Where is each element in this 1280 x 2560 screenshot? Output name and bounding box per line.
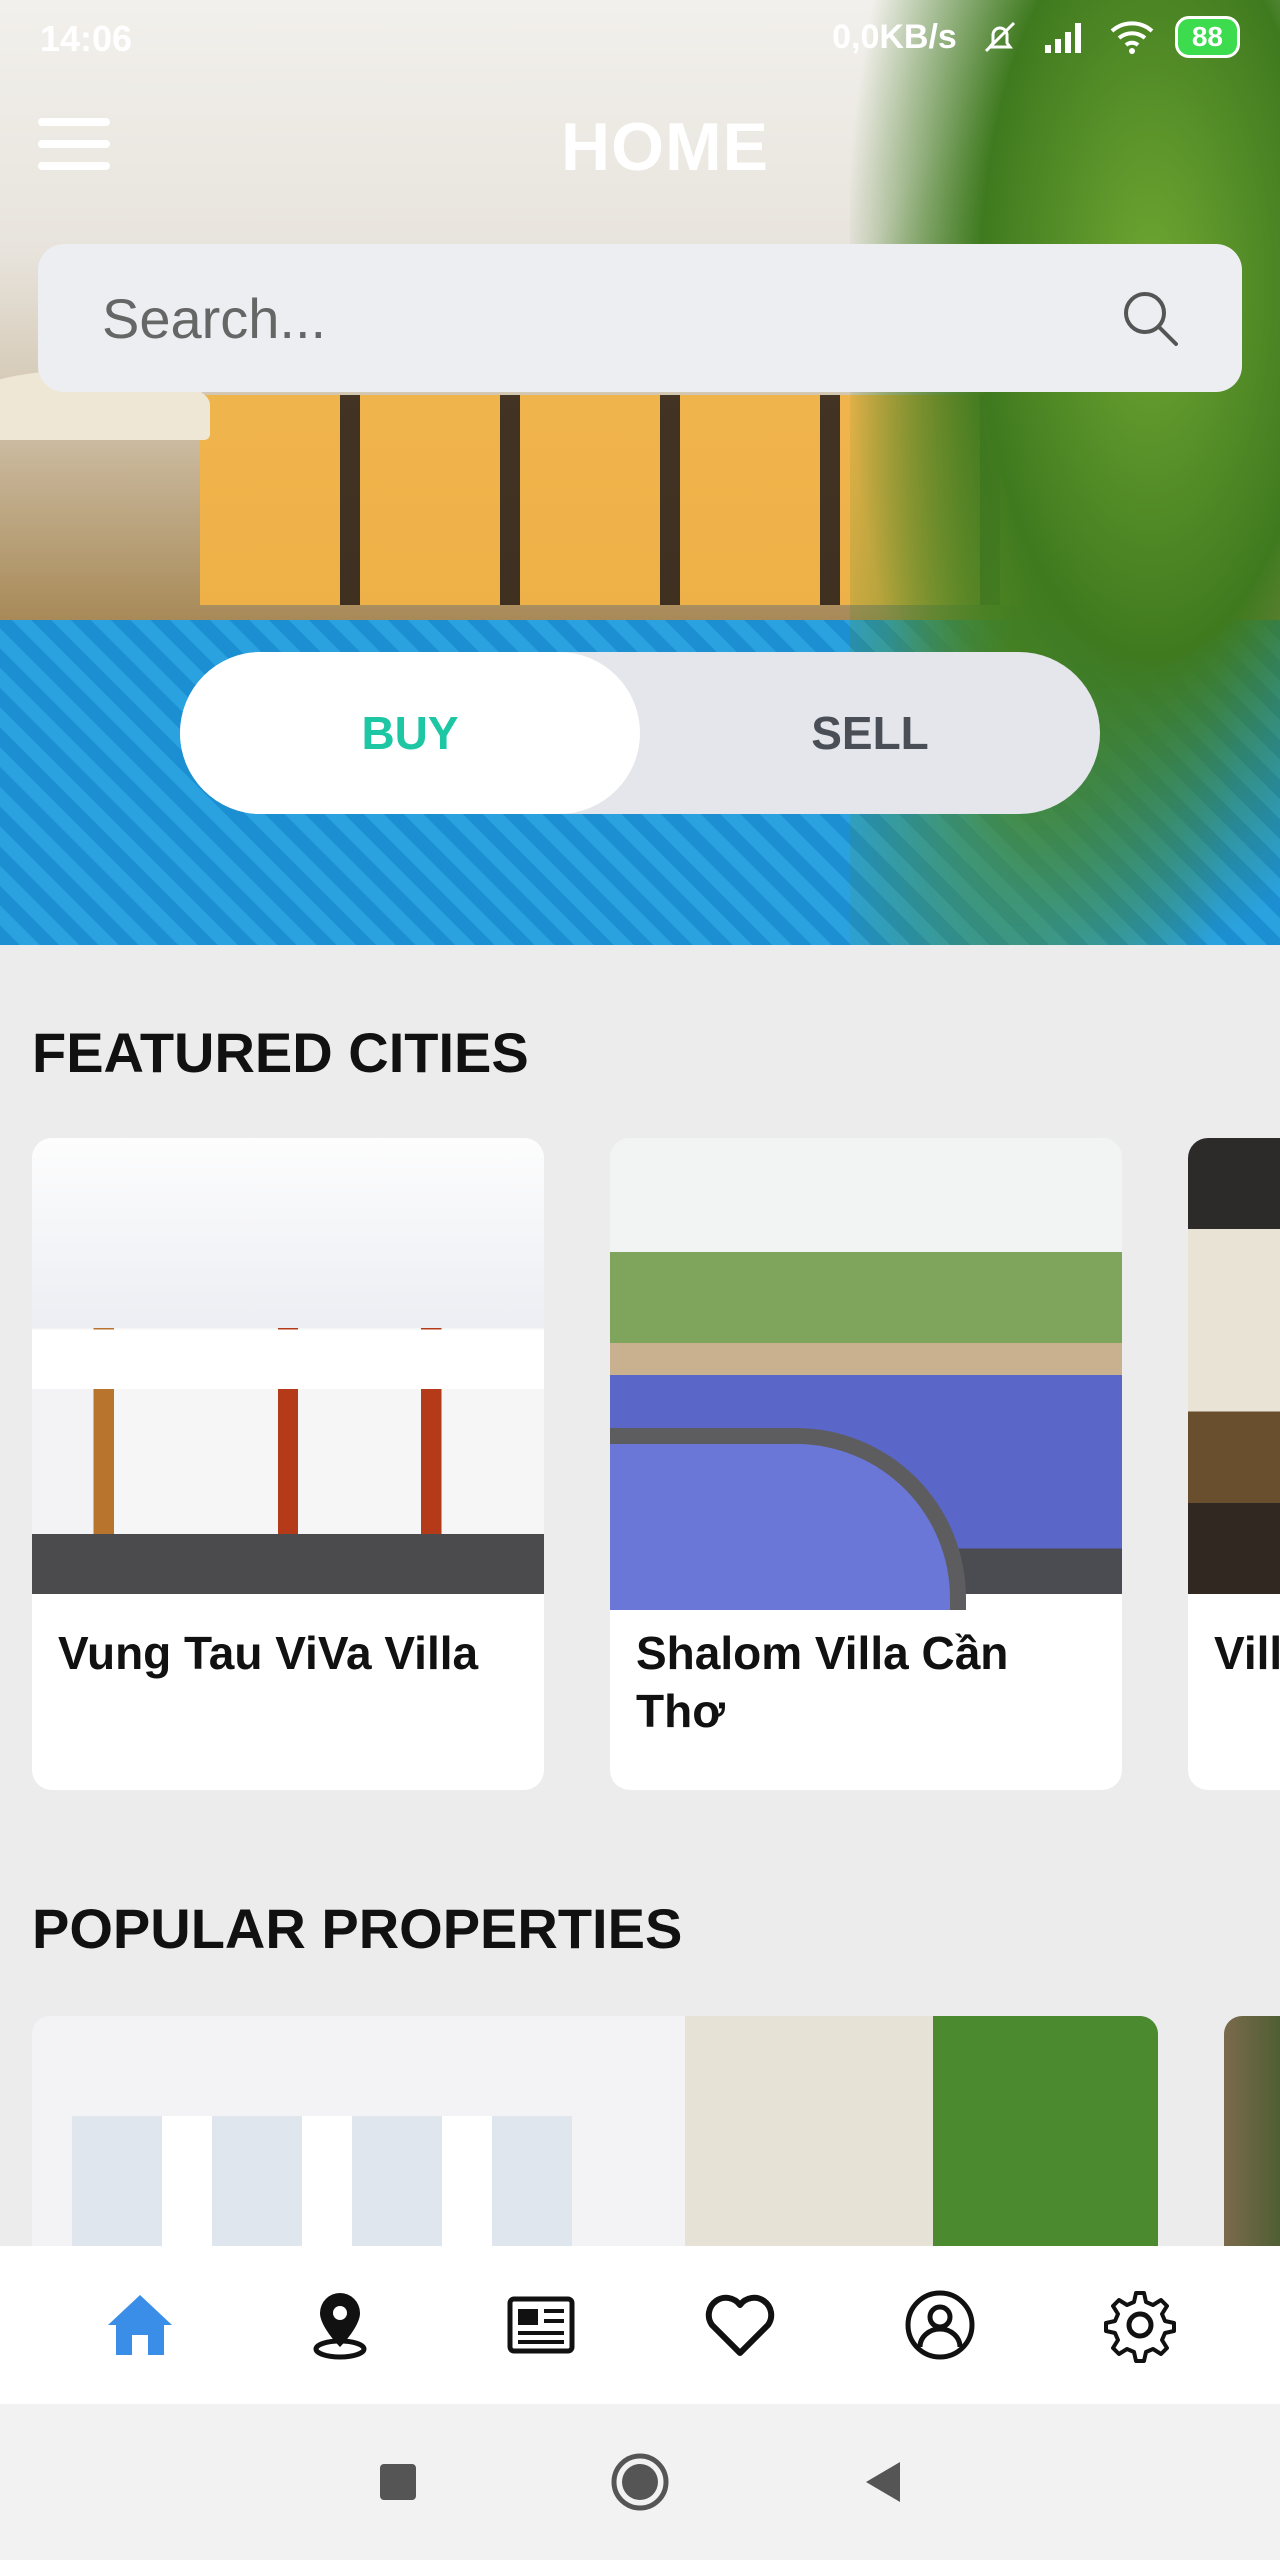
featured-cities-list[interactable]: Vung Tau ViVa Villa Shalom Villa Cần Thơ… xyxy=(32,1138,1280,1792)
nav-favorites[interactable] xyxy=(700,2285,780,2365)
system-navigation-bar xyxy=(0,2404,1280,2560)
nav-settings[interactable] xyxy=(1100,2285,1180,2365)
city-name: Vill xyxy=(1214,1627,1280,1679)
nav-profile[interactable] xyxy=(900,2285,980,2365)
city-card[interactable]: Vill xyxy=(1188,1138,1280,1790)
cellular-signal-icon xyxy=(1044,23,1081,53)
buy-sell-toggle[interactable]: BUY SELL xyxy=(180,652,1100,814)
property-card[interactable] xyxy=(1224,2016,1280,2246)
city-name: Shalom Villa Cần Thơ xyxy=(636,1627,1009,1737)
search-input[interactable] xyxy=(102,285,1118,351)
city-image xyxy=(1188,1138,1280,1594)
gear-icon xyxy=(1104,2291,1176,2363)
property-card[interactable] xyxy=(32,2016,1158,2246)
map-pin-icon xyxy=(313,2293,367,2360)
wifi-icon xyxy=(1110,21,1154,54)
search-bar[interactable] xyxy=(38,244,1242,392)
featured-cities-title: FEATURED CITIES xyxy=(32,1021,529,1084)
buy-option[interactable]: BUY xyxy=(180,652,640,814)
status-indicators: 0,0KB/s 88 xyxy=(832,16,1240,58)
popular-properties-list[interactable] xyxy=(32,2016,1280,2246)
nav-news[interactable] xyxy=(500,2285,580,2365)
back-icon[interactable] xyxy=(860,2458,904,2506)
nav-home[interactable] xyxy=(100,2285,180,2365)
home-circle-icon[interactable] xyxy=(610,2452,670,2512)
home-icon xyxy=(108,2295,172,2355)
city-card[interactable]: Vung Tau ViVa Villa xyxy=(32,1138,544,1790)
battery-indicator: 88 xyxy=(1174,16,1240,58)
city-card[interactable]: Shalom Villa Cần Thơ xyxy=(610,1138,1122,1790)
page-title: HOME xyxy=(561,109,769,185)
status-bar: 14:06 0,0KB/s 88 xyxy=(0,0,1280,80)
nav-map[interactable] xyxy=(300,2285,380,2365)
heart-icon xyxy=(705,2294,775,2356)
news-icon xyxy=(507,2296,575,2354)
city-name: Vung Tau ViVa Villa xyxy=(58,1627,479,1679)
profile-icon xyxy=(905,2290,975,2360)
search-icon[interactable] xyxy=(1118,286,1182,350)
sell-option[interactable]: SELL xyxy=(640,652,1100,814)
recent-apps-icon[interactable] xyxy=(376,2460,420,2504)
mute-bell-icon xyxy=(984,21,1015,53)
popular-properties-title: POPULAR PROPERTIES xyxy=(32,1897,683,1960)
status-time: 14:06 xyxy=(40,18,133,59)
app-screen: 14:06 0,0KB/s 88 HOME Search... BUY SELL… xyxy=(0,0,1280,2560)
network-speed: 0,0KB/s xyxy=(832,17,957,56)
city-image xyxy=(32,1138,544,1594)
city-image xyxy=(610,1138,1122,1610)
bottom-navigation xyxy=(0,2246,1280,2404)
